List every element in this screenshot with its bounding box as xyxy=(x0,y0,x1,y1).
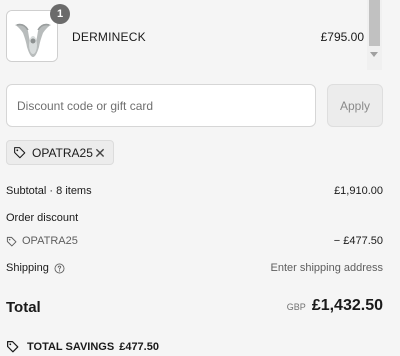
quantity-badge: 1 xyxy=(50,4,70,24)
discount-code-input[interactable] xyxy=(6,84,316,127)
scrollbar[interactable] xyxy=(367,0,382,70)
subtotal-value: £1,910.00 xyxy=(334,185,383,197)
shipping-value: Enter shipping address xyxy=(270,262,383,274)
subtotal-label: Subtotal · 8 items xyxy=(6,185,92,197)
apply-discount-button[interactable]: Apply xyxy=(327,84,383,127)
remove-discount-close-icon[interactable]: ✕ xyxy=(93,146,107,160)
applied-discount-chip: OPATRA25 ✕ xyxy=(6,140,114,165)
shipping-row: Shipping Enter shipping address xyxy=(6,262,383,274)
total-label: Total xyxy=(6,299,41,316)
product-price: £795.00 xyxy=(320,30,364,44)
order-discount-row: Order discount xyxy=(6,212,383,224)
scroll-down-arrow-icon[interactable] xyxy=(370,52,378,57)
cart-line-item: 1 DERMINECK £795.00 xyxy=(6,4,366,64)
total-amount-group: GBP £1,432.50 xyxy=(287,297,383,315)
help-icon[interactable] xyxy=(54,263,65,274)
discount-code-label: OPATRA25 xyxy=(22,235,78,247)
product-name: DERMINECK xyxy=(72,30,146,44)
applied-discount-code: OPATRA25 xyxy=(32,145,93,160)
total-value: £1,432.50 xyxy=(311,297,383,314)
tag-icon xyxy=(7,341,19,353)
scrollbar-thumb[interactable] xyxy=(369,0,380,46)
discount-code-row: OPATRA25 − £477.50 xyxy=(6,235,383,250)
tag-icon xyxy=(14,147,26,159)
product-image xyxy=(7,11,57,61)
subtotal-row: Subtotal · 8 items £1,910.00 xyxy=(6,185,383,197)
savings-label: TOTAL SAVINGS xyxy=(27,340,115,353)
total-savings-row: TOTAL SAVINGS £477.50 xyxy=(6,340,159,353)
currency-code: GBP xyxy=(286,302,306,312)
shipping-label: Shipping xyxy=(6,262,49,274)
order-discount-label: Order discount xyxy=(6,212,79,224)
discount-amount: − £477.50 xyxy=(333,235,383,247)
tag-icon xyxy=(6,236,17,246)
savings-value: £477.50 xyxy=(119,340,159,353)
